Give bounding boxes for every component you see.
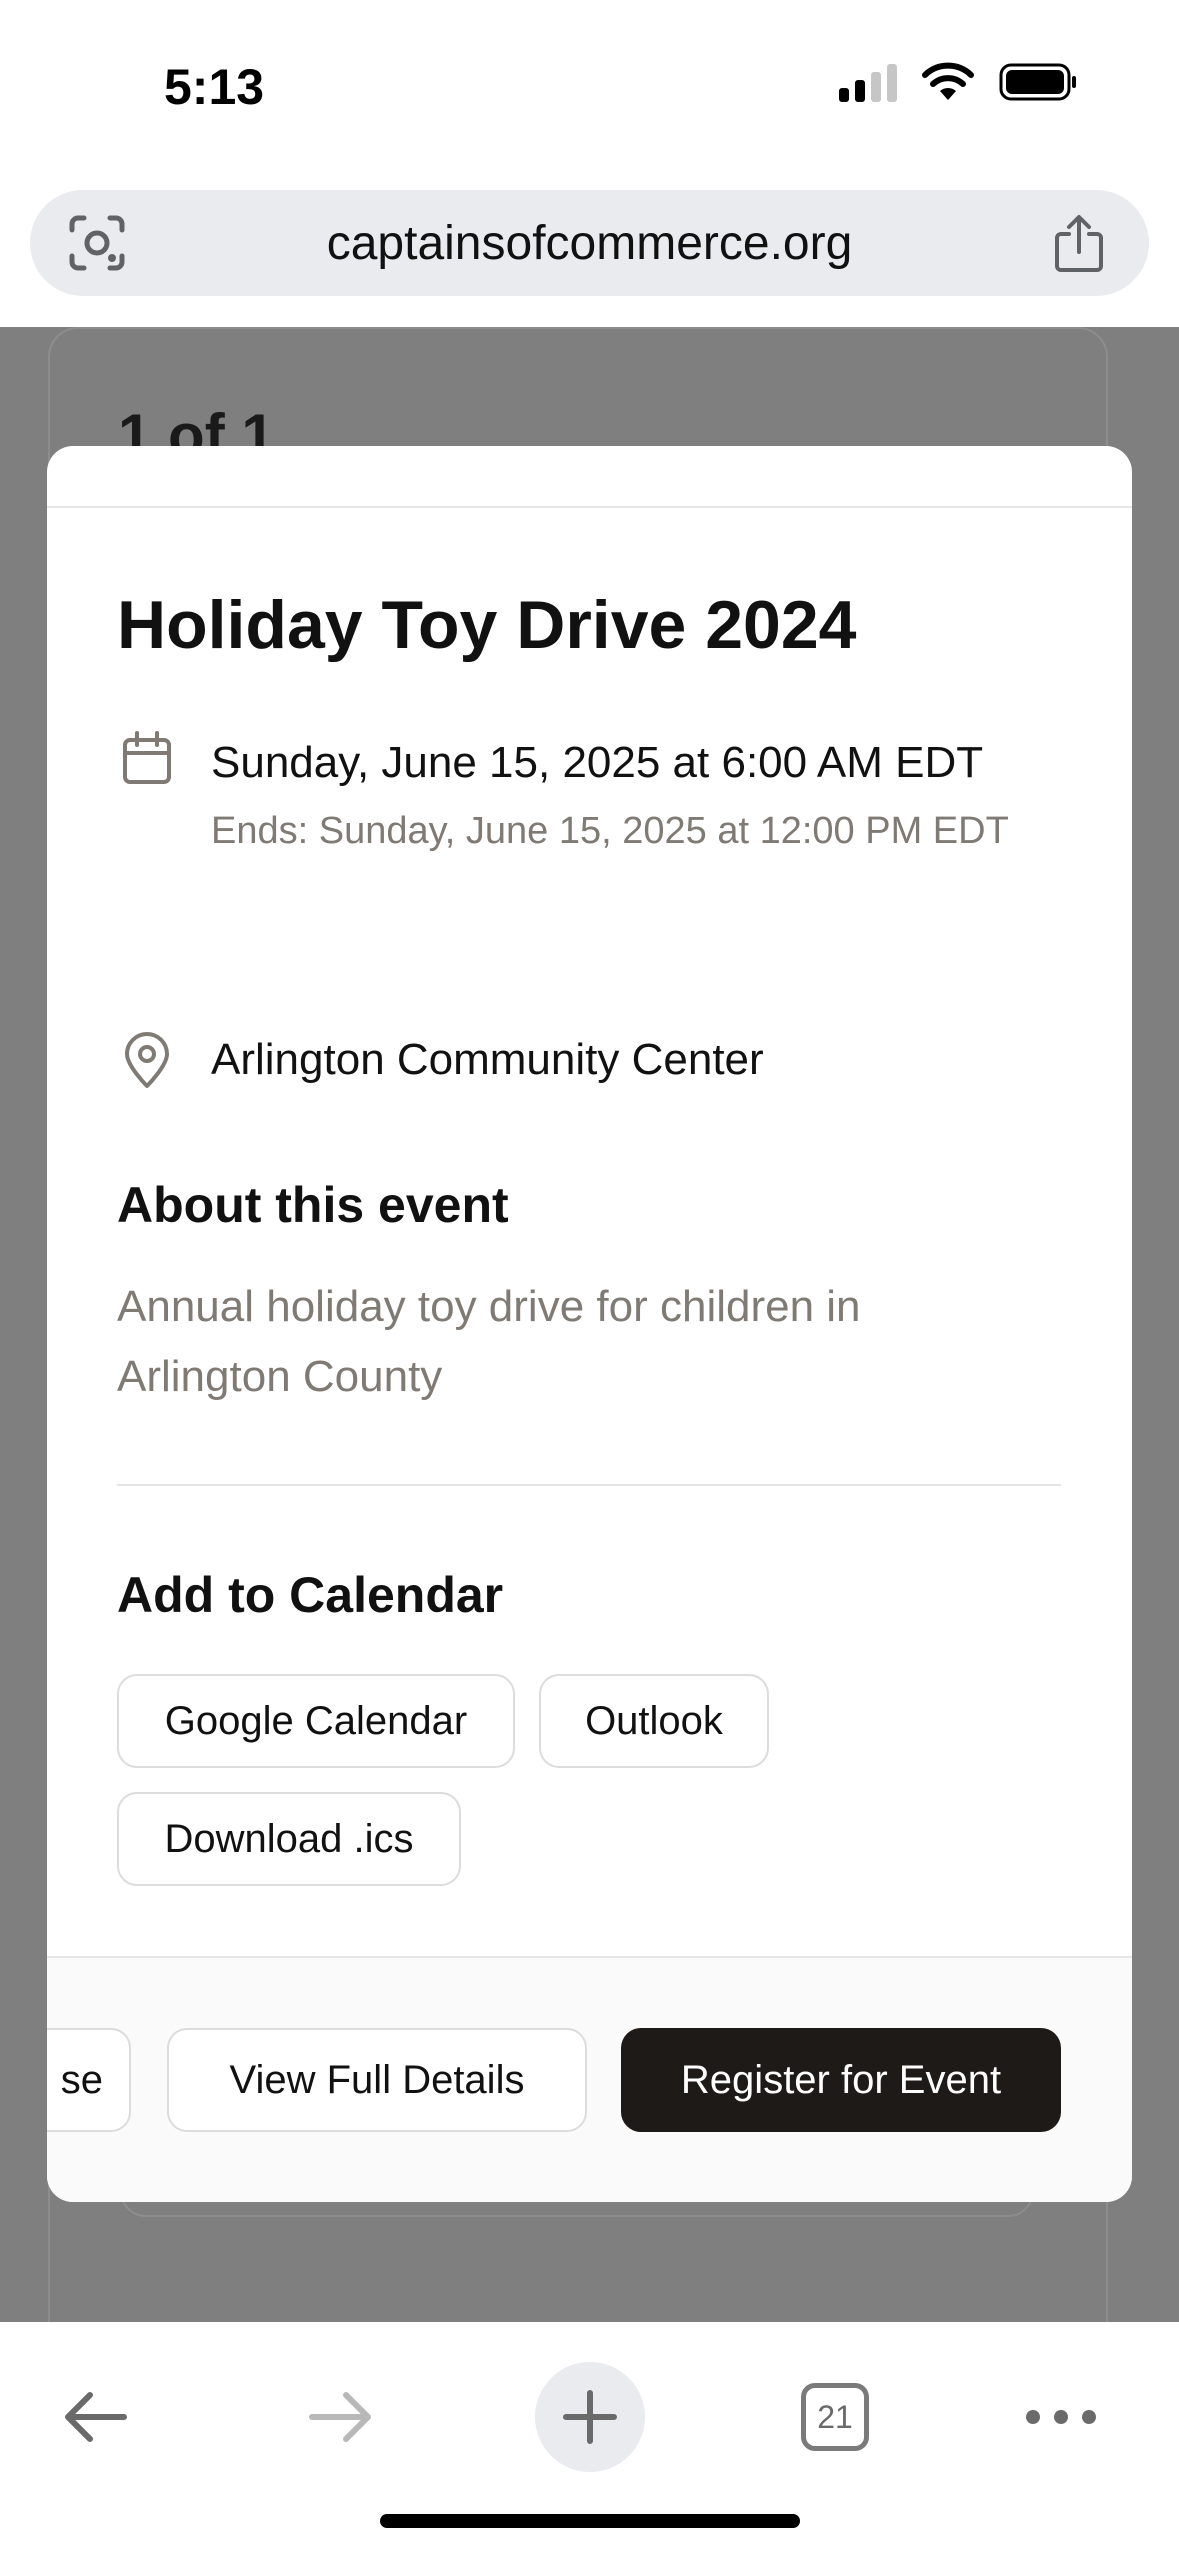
calendar-icon bbox=[123, 731, 171, 784]
share-icon[interactable] bbox=[1049, 212, 1109, 274]
more-menu-button[interactable] bbox=[1006, 2362, 1116, 2472]
event-modal: Holiday Toy Drive 2024 Sunday, June 15, … bbox=[47, 446, 1132, 2202]
event-title: Holiday Toy Drive 2024 bbox=[117, 587, 857, 663]
new-tab-button[interactable] bbox=[535, 2362, 645, 2472]
tabs-button[interactable]: 21 bbox=[780, 2362, 890, 2472]
tab-count: 21 bbox=[801, 2383, 869, 2451]
forward-arrow-icon bbox=[309, 2392, 371, 2442]
event-date-row: Sunday, June 15, 2025 at 6:00 AM EDT End… bbox=[117, 728, 1031, 860]
back-button[interactable] bbox=[40, 2362, 150, 2472]
status-bar: 5:13 bbox=[0, 0, 1179, 170]
google-calendar-button[interactable]: Google Calendar bbox=[117, 1674, 515, 1768]
cellular-signal-icon bbox=[839, 62, 897, 102]
home-indicator bbox=[380, 2514, 800, 2528]
status-time: 5:13 bbox=[164, 59, 265, 115]
about-heading: About this event bbox=[117, 1177, 509, 1233]
close-button[interactable]: se bbox=[47, 2028, 131, 2132]
view-full-details-button[interactable]: View Full Details bbox=[167, 2028, 587, 2132]
event-location: Arlington Community Center bbox=[211, 1035, 764, 1084]
add-to-calendar-heading: Add to Calendar bbox=[117, 1567, 504, 1623]
register-button[interactable]: Register for Event bbox=[621, 2028, 1061, 2132]
forward-button[interactable] bbox=[286, 2362, 396, 2472]
modal-header-divider bbox=[47, 506, 1132, 508]
address-bar[interactable]: captainsofcommerce.org bbox=[30, 190, 1149, 296]
location-pin-icon bbox=[125, 1032, 169, 1088]
more-dots-icon bbox=[1026, 2410, 1096, 2424]
event-end-date: Ends: Sunday, June 15, 2025 at 12:00 PM … bbox=[211, 810, 1009, 852]
wifi-icon bbox=[922, 62, 974, 100]
status-icons bbox=[839, 62, 1079, 102]
back-arrow-icon bbox=[65, 2392, 127, 2442]
about-text: Annual holiday toy drive for children in… bbox=[117, 1282, 861, 1401]
event-start-date: Sunday, June 15, 2025 at 6:00 AM EDT bbox=[211, 738, 984, 787]
event-location-row: Arlington Community Center bbox=[117, 1030, 764, 1090]
url-text[interactable]: captainsofcommerce.org bbox=[30, 216, 1149, 271]
outlook-button[interactable]: Outlook bbox=[539, 1674, 769, 1768]
modal-footer: se View Full Details Register for Event bbox=[47, 1956, 1132, 2202]
battery-icon bbox=[999, 63, 1076, 101]
section-divider bbox=[117, 1484, 1061, 1486]
download-ics-button[interactable]: Download .ics bbox=[117, 1792, 461, 1886]
plus-icon bbox=[563, 2390, 617, 2444]
